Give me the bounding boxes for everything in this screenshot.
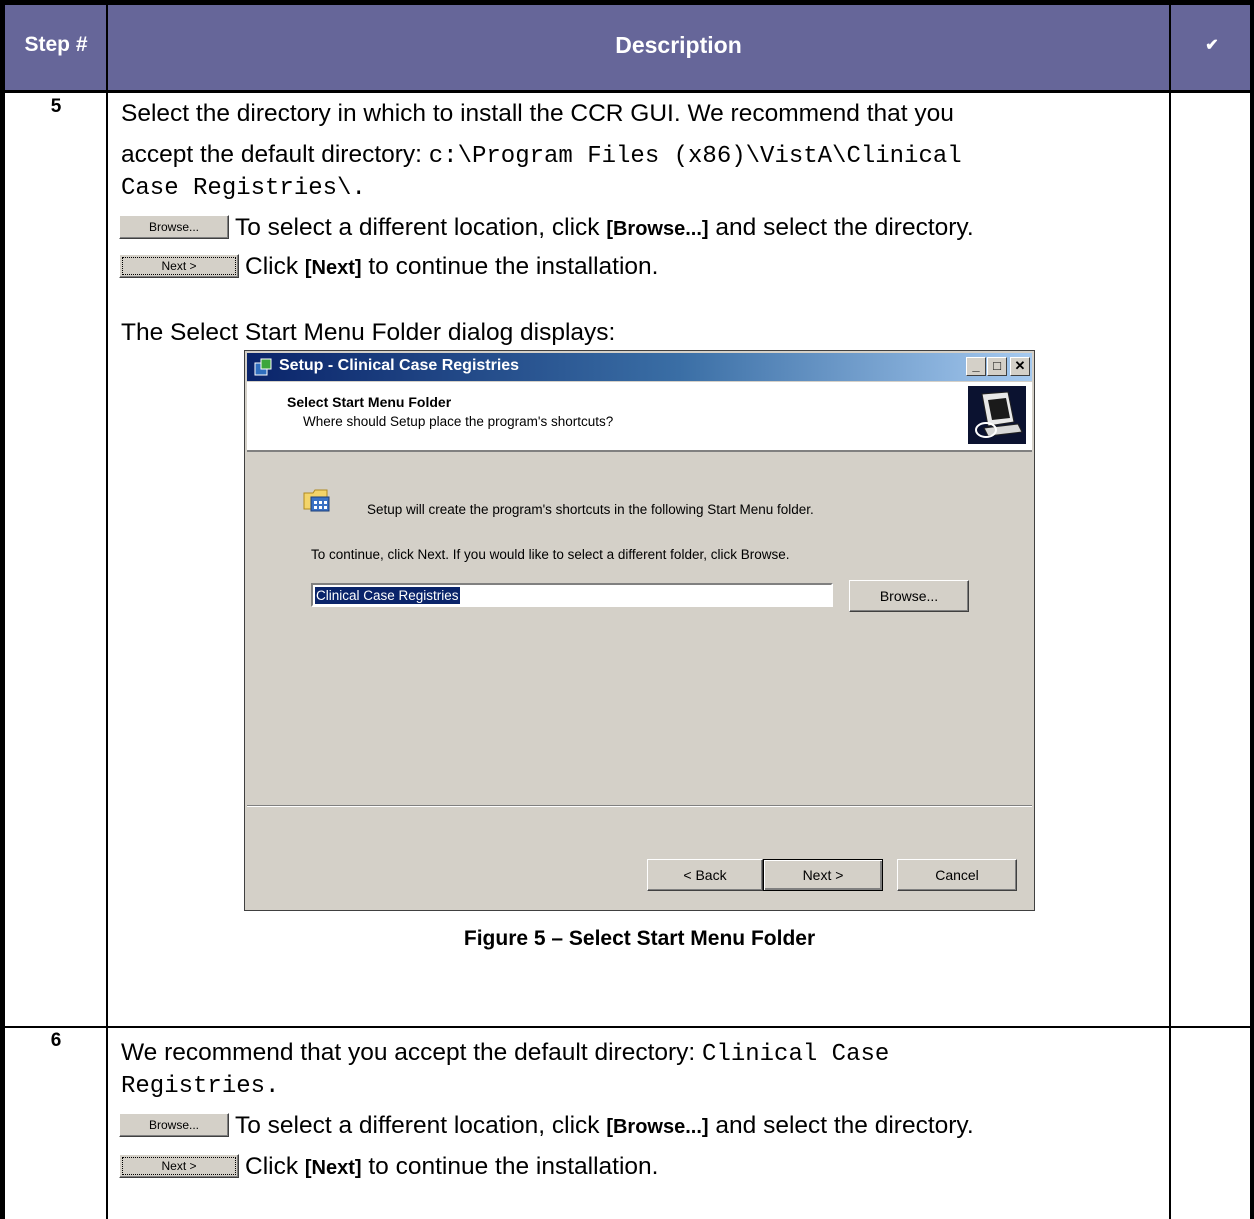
setup-icon [254, 358, 272, 376]
next-text: Click [245, 1153, 305, 1180]
step-column-header: Step # [24, 33, 88, 56]
browse-text-end: and select the directory. [708, 214, 974, 241]
next-text-end: to continue the installation. [361, 1153, 659, 1180]
figure-caption: Figure 5 – Select Start Menu Folder [463, 927, 816, 950]
next-button-image: Next > [119, 253, 239, 278]
step6-line1-text: We recommend that you accept the default… [121, 1039, 703, 1066]
step6-browse-line: Browse... To select a different location,… [119, 1110, 974, 1143]
dialog-separator [247, 805, 1032, 807]
maximize-icon[interactable]: □ [987, 357, 1007, 376]
dialog-banner: Select Start Menu Folder Where should Se… [247, 382, 1032, 452]
next-button-image: Next > [119, 1153, 239, 1178]
column-divider [106, 0, 108, 1219]
step-number: 5 [50, 96, 62, 117]
step5-line1: Select the directory in which to install… [121, 100, 954, 127]
dialog-intro: The Select Start Menu Folder dialog disp… [121, 319, 616, 346]
dialog-titlebar[interactable]: Setup - Clinical Case Registries _ □ ✕ [247, 353, 1032, 381]
table-border-left [0, 0, 5, 1219]
next-text-end: to continue the installation. [361, 253, 659, 280]
browse-text: To select a different location, click [235, 214, 607, 241]
banner-title: Select Start Menu Folder [287, 394, 452, 410]
setup-dialog: Setup - Clinical Case Registries _ □ ✕ S… [244, 350, 1035, 911]
start-menu-folder-input[interactable]: Clinical Case Registries [311, 583, 833, 607]
step5-next-line: Next > Click [Next] to continue the insta… [119, 251, 658, 284]
back-button[interactable]: < Back [647, 859, 763, 891]
browse-button-image: Browse... [119, 1112, 229, 1137]
table-border-top [0, 0, 1254, 5]
start-menu-folder-icon [303, 489, 330, 512]
next-button[interactable]: Next > [763, 859, 883, 891]
default-folder: Clinical Case [702, 1041, 890, 1068]
dialog-body-line1: Setup will create the program's shortcut… [367, 502, 814, 517]
browse-button-image: Browse... [119, 214, 229, 239]
folder-input-value: Clinical Case Registries [315, 587, 460, 604]
banner-subtitle: Where should Setup place the program's s… [303, 414, 614, 429]
dialog-body-line2: To continue, click Next. If you would li… [311, 547, 790, 562]
default-path-cont: Case Registries\. [121, 175, 366, 202]
minimize-icon[interactable]: _ [966, 357, 986, 376]
step-number: 6 [50, 1030, 62, 1051]
browse-bold: [Browse...] [606, 218, 709, 240]
header-divider [0, 90, 1254, 93]
close-icon[interactable]: ✕ [1010, 357, 1030, 376]
row-divider [0, 1026, 1254, 1028]
dialog-title: Setup - Clinical Case Registries [279, 357, 520, 374]
computer-install-icon [968, 386, 1026, 444]
browse-text-end: and select the directory. [708, 1112, 974, 1139]
default-path: c:\Program Files (x86)\VistA\Clinical [428, 143, 962, 170]
description-column-header: Description [615, 31, 742, 58]
step6-next-line: Next > Click [Next] to continue the insta… [119, 1151, 658, 1184]
step6-line1: We recommend that you accept the default… [121, 1037, 889, 1070]
column-divider [1169, 0, 1171, 1219]
default-folder-cont: Registries. [121, 1073, 280, 1100]
cancel-button[interactable]: Cancel [897, 859, 1017, 891]
browse-bold: [Browse...] [606, 1116, 709, 1138]
table-border-right [1250, 0, 1254, 1219]
step5-line2: accept the default directory: c:\Program… [121, 139, 962, 172]
step5-line2-text: accept the default directory: [121, 141, 429, 168]
step5-browse-line: Browse... To select a different location,… [119, 212, 974, 245]
next-bold: [Next] [304, 257, 362, 279]
dialog-browse-button[interactable]: Browse... [849, 580, 969, 612]
next-bold: [Next] [304, 1157, 362, 1179]
checkmark-column-header: ✔ [1205, 37, 1219, 54]
browse-text: To select a different location, click [235, 1112, 607, 1139]
next-text: Click [245, 253, 305, 280]
